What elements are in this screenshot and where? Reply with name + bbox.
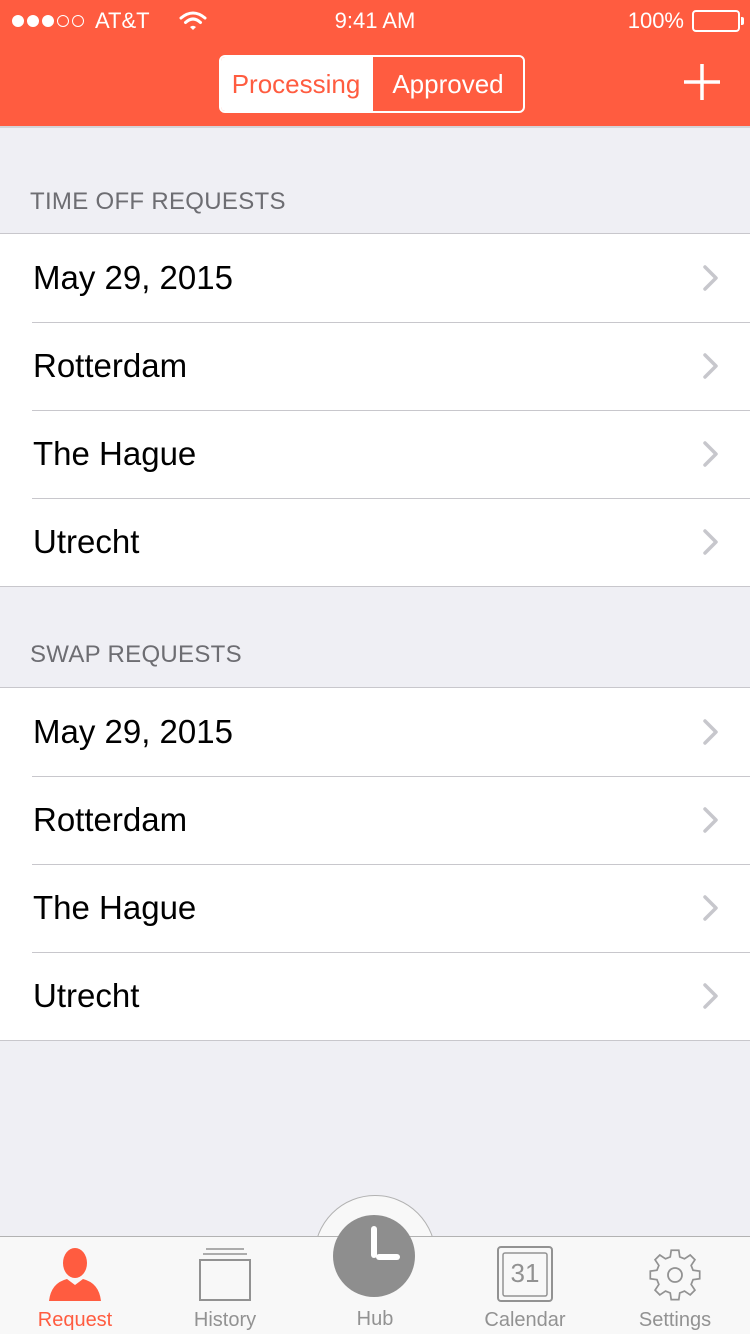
chevron-right-icon xyxy=(703,265,718,291)
list-item[interactable]: Rotterdam xyxy=(0,776,750,864)
list-item-label: May 29, 2015 xyxy=(33,259,233,296)
tab-hub-label: Hub xyxy=(356,1308,394,1330)
tab-calendar-label: Calendar xyxy=(484,1309,566,1331)
chevron-right-icon xyxy=(703,807,718,833)
list-item[interactable]: The Hague xyxy=(0,864,750,952)
status-right: 100% xyxy=(627,8,744,34)
list-item-label: May 29, 2015 xyxy=(33,713,233,750)
tab-history-label: History xyxy=(193,1309,257,1331)
add-icon[interactable] xyxy=(680,60,724,104)
list-item[interactable]: Utrecht xyxy=(0,498,750,586)
time-off-list: May 29, 2015 Rotterdam The Hague Utrecht xyxy=(0,233,750,587)
tab-history[interactable]: History xyxy=(150,1237,300,1334)
status-segmented-control: Processing Approved xyxy=(219,55,525,113)
list-item[interactable]: Utrecht xyxy=(0,952,750,1040)
tab-request[interactable]: Request xyxy=(0,1237,150,1334)
section-title-swap: SWAP REQUESTS xyxy=(30,641,242,668)
tab-calendar[interactable]: 31 Calendar xyxy=(450,1237,600,1334)
gear-icon xyxy=(649,1249,701,1301)
chevron-right-icon xyxy=(703,719,718,745)
section-title-time-off: TIME OFF REQUESTS xyxy=(30,188,286,215)
list-item-label: Utrecht xyxy=(33,977,140,1014)
tab-settings[interactable]: Settings xyxy=(600,1237,750,1334)
tab-settings-label: Settings xyxy=(638,1309,712,1331)
chevron-right-icon xyxy=(703,441,718,467)
tab-hub[interactable] xyxy=(333,1215,415,1297)
clock-icon xyxy=(371,1226,400,1260)
battery-icon xyxy=(692,10,744,32)
calendar-day: 31 xyxy=(510,1258,540,1288)
tab-request-label: Request xyxy=(37,1309,113,1331)
person-icon xyxy=(49,1248,101,1301)
status-bar: AT&T 9:41 AM 100% xyxy=(0,0,750,40)
nav-header: AT&T 9:41 AM 100% Processing Approved xyxy=(0,0,750,128)
chevron-right-icon xyxy=(703,353,718,379)
chevron-right-icon xyxy=(703,983,718,1009)
list-item[interactable]: May 29, 2015 xyxy=(0,234,750,322)
list-item-label: Utrecht xyxy=(33,523,140,560)
list-item-label: The Hague xyxy=(33,889,197,926)
segment-processing[interactable]: Processing xyxy=(221,57,371,111)
chevron-right-icon xyxy=(703,529,718,555)
list-item[interactable]: May 29, 2015 xyxy=(0,688,750,776)
segment-approved[interactable]: Approved xyxy=(371,57,523,111)
list-item-label: The Hague xyxy=(33,435,197,472)
swap-list: May 29, 2015 Rotterdam The Hague Utrecht xyxy=(0,687,750,1041)
list-item-label: Rotterdam xyxy=(33,347,188,384)
list-item[interactable]: The Hague xyxy=(0,410,750,498)
list-item-label: Rotterdam xyxy=(33,801,188,838)
battery-percentage: 100% xyxy=(627,8,684,33)
list-item[interactable]: Rotterdam xyxy=(0,322,750,410)
stack-icon xyxy=(199,1248,251,1301)
chevron-right-icon xyxy=(703,895,718,921)
